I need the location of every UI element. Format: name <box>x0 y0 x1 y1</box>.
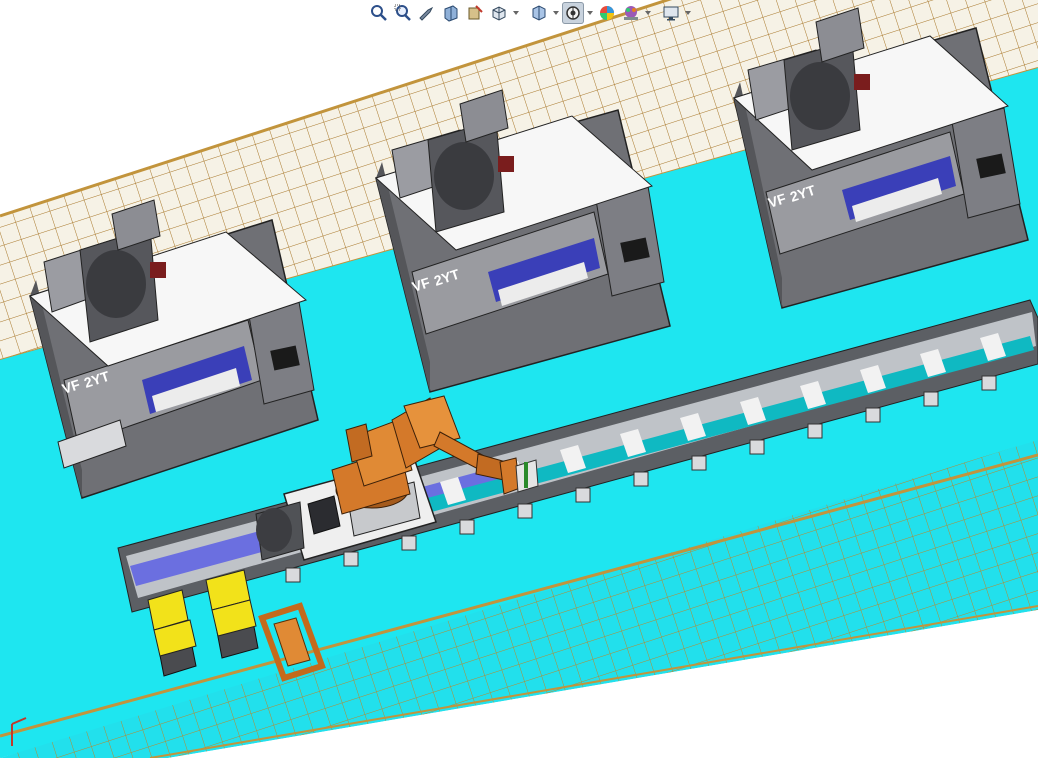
hide-show-items-button[interactable] <box>562 2 584 24</box>
zoom-to-fit-icon <box>371 5 387 21</box>
view-orientation-icon <box>492 6 506 21</box>
section-view-button[interactable] <box>440 2 462 24</box>
previous-view-button[interactable] <box>416 2 438 24</box>
3d-model-viewport[interactable]: VF 2YT VF 2YT VF 2YT <box>0 0 1038 758</box>
chevron-down-icon <box>645 11 651 15</box>
chevron-down-icon <box>587 11 593 15</box>
apply-scene-button[interactable] <box>620 2 642 24</box>
chevron-down-icon <box>513 11 519 15</box>
zoom-to-area-icon <box>394 4 411 21</box>
view-orientation-button[interactable] <box>488 2 510 24</box>
apply-scene-icon <box>624 6 638 20</box>
dynamic-annotation-button[interactable] <box>464 2 486 24</box>
apply-scene-dropdown[interactable] <box>644 2 652 24</box>
hide-show-items-dropdown[interactable] <box>586 2 594 24</box>
monitor-icon <box>663 6 679 21</box>
view-heads-up-toolbar <box>368 0 692 26</box>
zoom-to-fit-button[interactable] <box>368 2 390 24</box>
display-style-icon <box>532 5 546 21</box>
dynamic-annotation-icon <box>468 5 483 20</box>
chevron-down-icon <box>685 11 691 15</box>
previous-view-icon <box>419 6 434 21</box>
chevron-down-icon <box>553 11 559 15</box>
view-settings-dropdown[interactable] <box>684 2 692 24</box>
zoom-to-area-button[interactable] <box>392 2 414 24</box>
section-view-icon <box>444 5 458 22</box>
edit-appearance-button[interactable] <box>596 2 618 24</box>
display-style-button[interactable] <box>528 2 550 24</box>
view-settings-button[interactable] <box>660 2 682 24</box>
hide-show-items-icon <box>566 6 580 20</box>
edit-appearance-icon <box>600 6 614 20</box>
display-style-dropdown[interactable] <box>552 2 560 24</box>
view-orientation-dropdown[interactable] <box>512 2 520 24</box>
